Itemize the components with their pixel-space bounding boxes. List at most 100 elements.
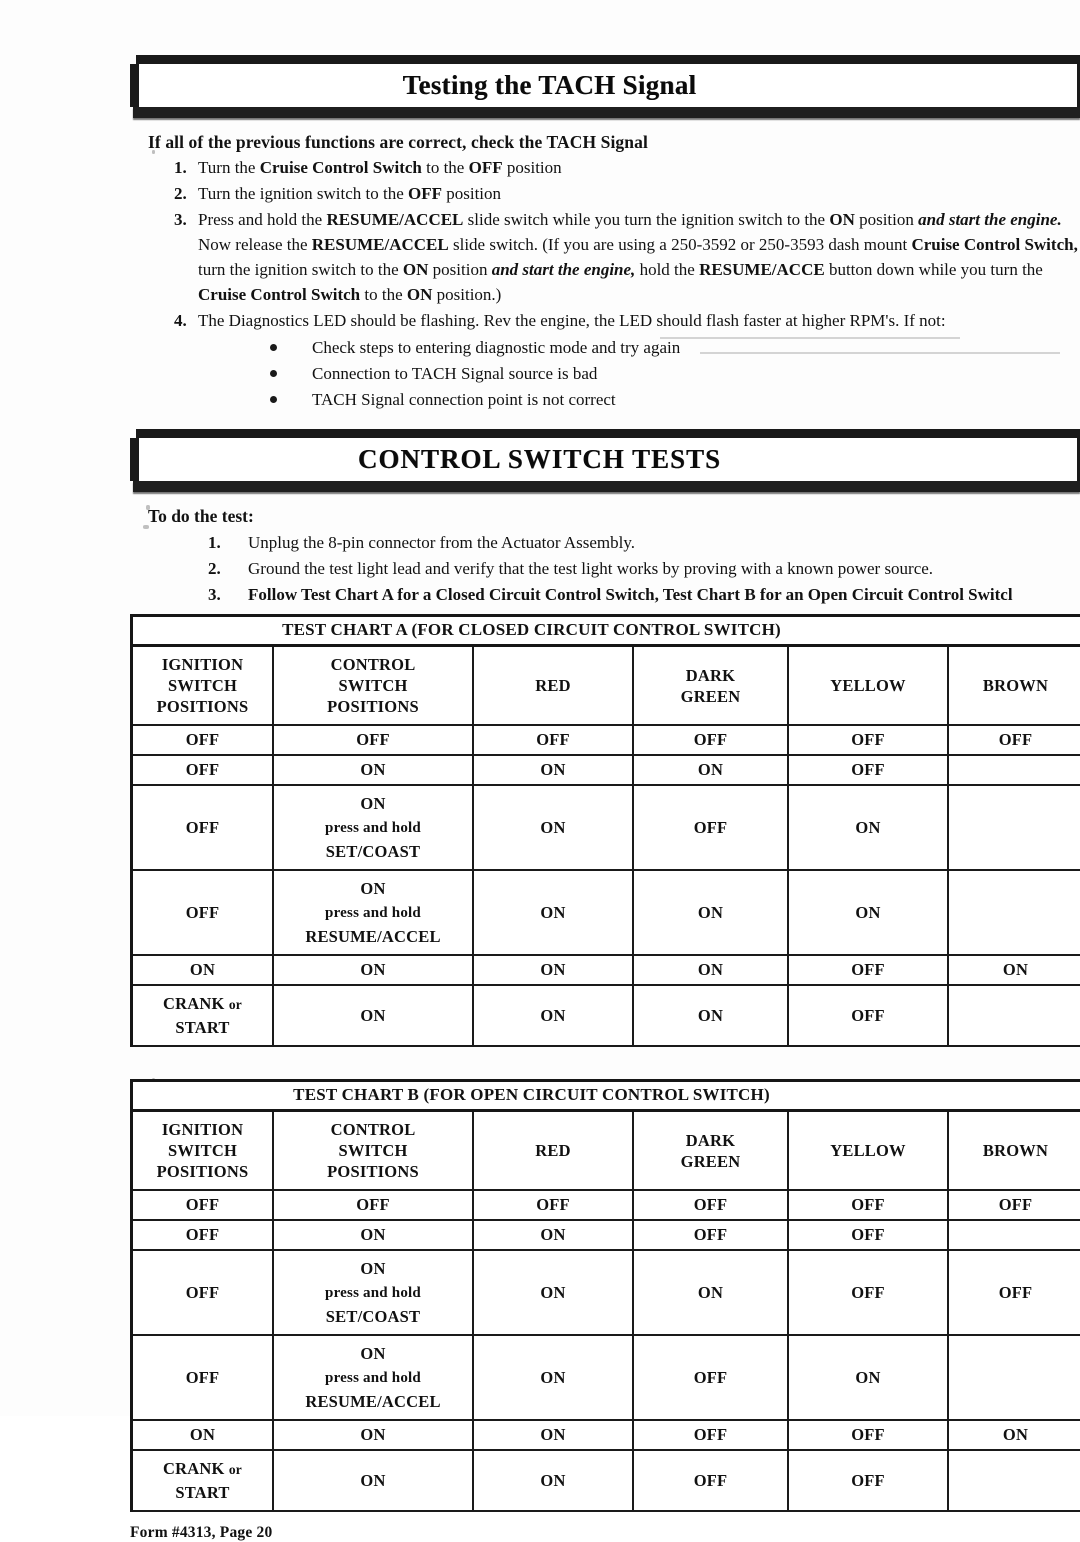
tach-bullet-item: Connection to TACH Signal source is bad: [130, 361, 1080, 387]
bullet-text: TACH Signal connection point is not corr…: [312, 390, 616, 409]
tach-step-item: 1. Turn the Cruise Control Switch to the …: [130, 155, 1080, 180]
cell-line: ON: [360, 794, 386, 813]
section-title: CONTROL SWITCH TESTS: [357, 444, 722, 474]
tach-bullet-item: TACH Signal connection point is not corr…: [130, 387, 1080, 413]
column-header-line: SWITCH: [167, 676, 238, 695]
cell-brown: [948, 985, 1080, 1047]
cell-yellow: OFF: [788, 1420, 949, 1451]
cell-control-switch-position: ON: [273, 1420, 474, 1451]
table-row: CRANK or START ON ON ON OFF: [133, 985, 1080, 1047]
cell-line: OFF: [185, 818, 220, 837]
cell-brown: ON: [948, 955, 1080, 986]
column-header-line: SWITCH: [338, 1141, 408, 1160]
cell-line: OFF: [185, 1283, 220, 1302]
tach-step-item: 3. Press and hold the RESUME/ACCEL slide …: [130, 207, 1080, 307]
column-header-line: CONTROL: [330, 1120, 416, 1139]
cell-red: ON: [473, 755, 634, 786]
cell-control-switch-position: ON press and hold RESUME/ACCEL: [273, 870, 474, 956]
banner-bottom-rule: [133, 481, 1080, 492]
cell-red: ON: [473, 985, 634, 1047]
chart-column-header: RED: [473, 1112, 634, 1191]
table-row: OFF ON press and hold SET/COAST ON ON OFF OFF: [133, 1250, 1080, 1336]
cell-line: OFF: [356, 1195, 390, 1214]
step-number: 1.: [174, 158, 187, 177]
step-text: Follow Test Chart A for a Closed Circuit…: [248, 585, 1013, 604]
column-header-line: POSITIONS: [156, 1162, 249, 1181]
bullet-dot-icon: [270, 396, 277, 403]
cell-line: ON: [360, 1006, 386, 1025]
form-footer: Form #4313, Page 20: [130, 1524, 273, 1541]
chart-column-header: DARK GREEN: [633, 1112, 789, 1191]
cell-line: START: [175, 1483, 230, 1502]
table-row: OFF ON ON OFF OFF: [133, 1220, 1080, 1251]
cell-line: ON: [189, 1425, 216, 1444]
column-header-line: SWITCH: [338, 676, 408, 695]
cell-yellow: OFF: [788, 1190, 949, 1221]
cell-yellow: OFF: [788, 725, 949, 756]
table-row: ON ON ON ON OFF ON: [133, 955, 1080, 986]
cell-line: CRANK or: [163, 994, 242, 1013]
chart-column-header: IGNITION SWITCH POSITIONS: [133, 1112, 274, 1191]
cell-ignition-switch-position: OFF: [133, 1250, 274, 1336]
cell-control-switch-position: ON: [273, 1220, 474, 1251]
cell-control-switch-position: ON: [273, 755, 474, 786]
cell-line: press and hold: [325, 905, 421, 921]
cell-red: ON: [473, 1250, 634, 1336]
cell-yellow: OFF: [788, 985, 949, 1047]
step-number: 1.: [208, 533, 221, 552]
tach-step-item: 4. The Diagnostics LED should be flashing…: [130, 308, 1080, 333]
to-do-the-test-heading: To do the test:: [148, 506, 254, 526]
column-header-line: BROWN: [982, 676, 1049, 695]
bullet-text: Check steps to entering diagnostic mode …: [312, 338, 681, 357]
table-row: OFF OFF OFF OFF OFF OFF: [133, 725, 1080, 756]
cell-line: ON: [360, 760, 386, 779]
step-text: Unplug the 8-pin connector from the Actu…: [248, 533, 635, 552]
cell-ignition-switch-position: OFF: [133, 725, 274, 756]
cell-brown: ON: [948, 1420, 1080, 1451]
column-header-line: POSITIONS: [327, 1162, 419, 1181]
cell-line: OFF: [356, 730, 390, 749]
to-do-step-item: 1. Unplug the 8-pin connector from the Ac…: [130, 530, 1080, 556]
cell-ignition-switch-position: OFF: [133, 1190, 274, 1221]
cell-yellow: OFF: [788, 755, 949, 786]
chart-spacer: [130, 1047, 1080, 1073]
chart-column-header: BROWN: [948, 1112, 1080, 1191]
table-row: OFF ON press and hold RESUME/ACCEL ON ON ON: [133, 870, 1080, 956]
table-row: OFF OFF OFF OFF OFF OFF: [133, 1190, 1080, 1221]
cell-yellow: ON: [788, 1335, 949, 1421]
banner-box: Testing the TACH Signal: [130, 64, 1080, 107]
cell-dark-green: OFF: [633, 1190, 789, 1221]
column-header-line: IGNITION: [161, 1120, 244, 1139]
cell-brown: [948, 1335, 1080, 1421]
column-header-line: DARK: [685, 1130, 736, 1150]
cell-red: ON: [473, 1335, 634, 1421]
cell-dark-green: ON: [633, 870, 789, 956]
cell-yellow: ON: [788, 870, 949, 956]
cell-yellow: OFF: [788, 955, 949, 986]
cell-dark-green: ON: [633, 755, 789, 786]
column-header-line: IGNITION: [161, 655, 244, 674]
cell-red: ON: [473, 955, 634, 986]
page-title: Testing the TACH Signal: [402, 70, 697, 100]
bullet-dot-icon: [270, 344, 277, 351]
chart-column-header: CONTROL SWITCH POSITIONS: [273, 647, 474, 726]
tach-step-list: 1. Turn the Cruise Control Switch to the …: [130, 155, 1080, 333]
cell-red: OFF: [473, 725, 634, 756]
cell-red: ON: [473, 1220, 634, 1251]
cell-line: CRANK or: [163, 1459, 242, 1478]
cell-control-switch-position: ON: [273, 1450, 474, 1512]
cell-ignition-switch-position: CRANK or START: [133, 985, 274, 1047]
cell-yellow: ON: [788, 785, 949, 871]
cell-red: ON: [473, 1420, 634, 1451]
cell-yellow: OFF: [788, 1220, 949, 1251]
table-row: OFF ON press and hold RESUME/ACCEL ON OFF ON: [133, 1335, 1080, 1421]
chart-b-caption: TEST CHART B (FOR OPEN CIRCUIT CONTROL S…: [133, 1082, 1080, 1112]
cell-control-switch-position: ON: [273, 955, 474, 986]
cell-line: press and hold: [325, 1285, 421, 1301]
cell-dark-green: OFF: [633, 1450, 789, 1512]
cell-ignition-switch-position: OFF: [133, 870, 274, 956]
cell-line: OFF: [185, 730, 220, 749]
cell-line: OFF: [185, 1195, 220, 1214]
lead-rest: the previous functions are correct, chec…: [203, 132, 648, 152]
chart-a-table: IGNITION SWITCH POSITIONS CONTROL SWITCH POSI…: [133, 647, 1080, 1047]
